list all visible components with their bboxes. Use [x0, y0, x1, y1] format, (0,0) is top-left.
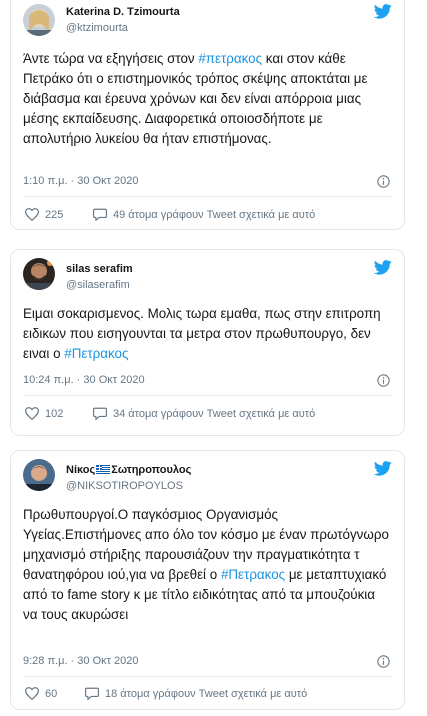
timestamp[interactable]: 9:28 π.μ. · 30 Οκτ 2020 — [23, 655, 139, 667]
talking-about-link[interactable]: 18 άτομα γράφουν Tweet σχετικά με αυτό — [85, 687, 307, 700]
tweet-text: Ειμαι σοκαρισμενος. Μολις τωρα εμαθα, πω… — [23, 304, 392, 364]
like-button[interactable]: 60 — [25, 687, 57, 700]
talking-about-text: 49 άτομα γράφουν Tweet σχετικά με αυτό — [113, 208, 316, 221]
heart-icon — [25, 208, 39, 221]
like-button[interactable]: 225 — [25, 208, 63, 221]
tweet-actions: 60 18 άτομα γράφουν Tweet σχετικά με αυτ… — [23, 687, 392, 703]
tweet-actions: 102 34 άτομα γράφουν Tweet σχετικά με αυ… — [23, 407, 392, 423]
author-name-last: Σωτηροπουλος — [111, 464, 192, 476]
divider — [23, 196, 392, 197]
author-handle[interactable]: @ktzimourta — [66, 22, 128, 34]
like-count: 102 — [45, 407, 64, 420]
tweet-text-part: Άντε τώρα να εξηγήσεις στον — [23, 51, 199, 66]
tweet-header: Νίκος Σωτηροπουλος @NIKSOTIROPOYLOS — [23, 451, 392, 492]
talking-about-link[interactable]: 49 άτομα γράφουν Tweet σχετικά με αυτό — [93, 208, 315, 221]
speech-bubble-icon — [85, 687, 99, 700]
like-count: 60 — [45, 687, 58, 700]
talking-about-link[interactable]: 34 άτομα γράφουν Tweet σχετικά με αυτό — [93, 407, 315, 420]
greek-flag-icon — [96, 465, 111, 474]
twitter-bird-icon[interactable] — [374, 4, 392, 19]
tweet-header: silas serafim @silaserafim — [23, 250, 392, 291]
speech-bubble-icon — [93, 208, 107, 221]
hashtag-link[interactable]: #πετρακος — [198, 51, 262, 66]
author-handle[interactable]: @silaserafim — [66, 279, 130, 291]
tweet-card[interactable]: Νίκος Σωτηροπουλος @NIKSOTIROPOYLOS Πρωθυ… — [10, 450, 405, 710]
like-button[interactable]: 102 — [25, 407, 63, 420]
twitter-bird-icon[interactable] — [374, 461, 392, 476]
author-name[interactable]: Νίκος Σωτηροπουλος — [66, 464, 191, 476]
tweet-actions: 225 49 άτομα γράφουν Tweet σχετικά με αυ… — [23, 208, 392, 224]
tweet-text: Άντε τώρα να εξηγήσεις στον #πετρακος κα… — [23, 49, 392, 149]
talking-about-text: 34 άτομα γράφουν Tweet σχετικά με αυτό — [113, 407, 316, 420]
author-name-first: Νίκος — [66, 464, 96, 476]
timestamp[interactable]: 1:10 π.μ. · 30 Οκτ 2020 — [23, 175, 139, 187]
heart-icon — [25, 407, 39, 420]
author-name[interactable]: silas serafim — [66, 263, 133, 275]
like-count: 225 — [45, 208, 64, 221]
heart-icon — [25, 687, 39, 700]
avatar[interactable] — [23, 459, 55, 491]
tweet-card[interactable]: silas serafim @silaserafim Ειμαι σοκαρισ… — [10, 249, 405, 436]
avatar[interactable] — [23, 258, 55, 290]
hashtag-link[interactable]: #Πετρακος — [64, 346, 128, 361]
divider — [23, 395, 392, 396]
tweet-card[interactable]: Katerina D. Tzimourta @ktzimourta Άντε τ… — [10, 0, 405, 230]
divider — [23, 676, 392, 677]
hashtag-link[interactable]: #Πετρακος — [221, 567, 285, 582]
info-icon[interactable] — [377, 374, 390, 387]
author-handle[interactable]: @NIKSOTIROPOYLOS — [66, 480, 183, 492]
author-name[interactable]: Katerina D. Tzimourta — [66, 6, 180, 18]
timestamp[interactable]: 10:24 π.μ. · 30 Οκτ 2020 — [23, 374, 145, 386]
talking-about-text: 18 άτομα γράφουν Tweet σχετικά με αυτό — [105, 687, 308, 700]
tweet-header: Katerina D. Tzimourta @ktzimourta — [23, 0, 392, 36]
info-icon[interactable] — [377, 655, 390, 668]
speech-bubble-icon — [93, 407, 107, 420]
avatar[interactable] — [23, 4, 55, 36]
tweet-text: Πρωθυπουργοί.Ο παγκόσμιος Οργανισμός Υγε… — [23, 505, 392, 625]
info-icon[interactable] — [377, 175, 390, 188]
twitter-bird-icon[interactable] — [374, 260, 392, 275]
